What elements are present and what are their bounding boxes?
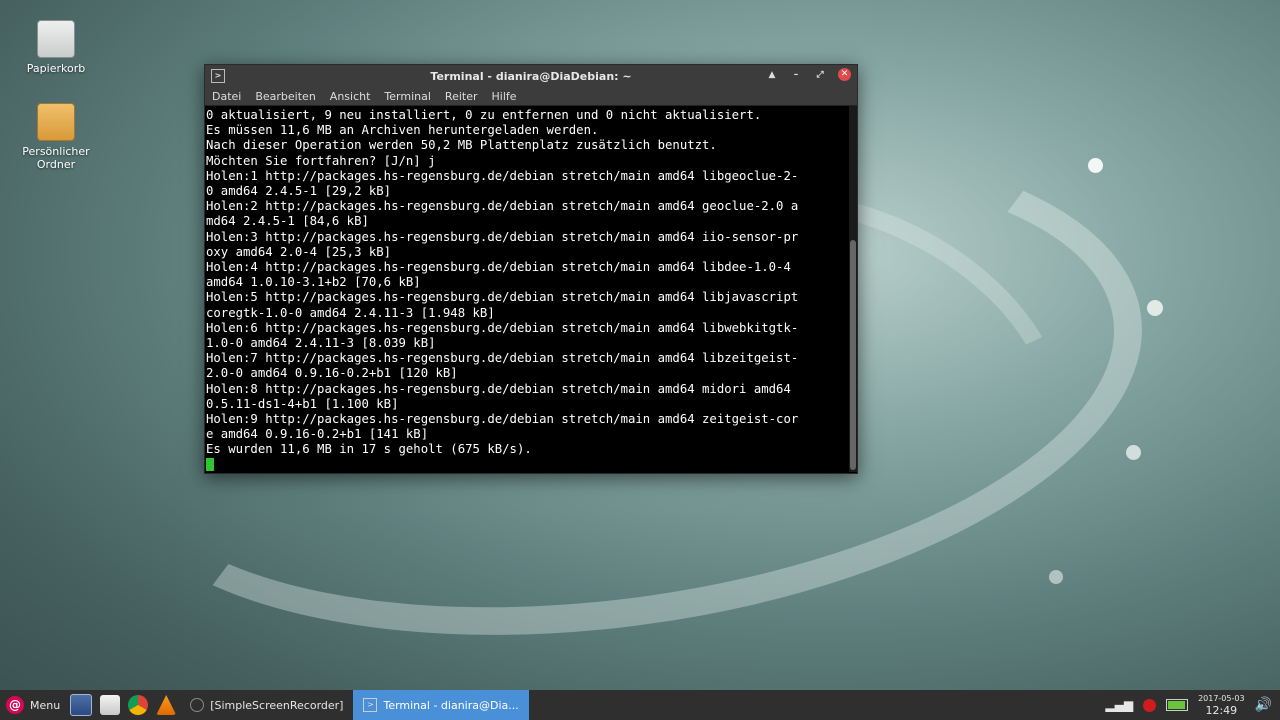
desktop-icon-label: Persönlicher Ordner [22,145,90,171]
menu-hilfe[interactable]: Hilfe [492,90,517,103]
window-titlebar[interactable]: > Terminal - dianira@DiaDebian: ~ ▲ – ⤢ … [205,65,857,87]
terminal-line: Möchten Sie fortfahren? [J/n] j [206,153,436,168]
terminal-line: Holen:1 http://packages.hs-regensburg.de… [206,168,799,183]
terminal-line: Holen:9 http://packages.hs-regensburg.de… [206,412,799,427]
home-folder-icon [37,103,75,141]
volume-icon[interactable]: 🔊 [1255,697,1272,713]
battery-icon[interactable] [1166,699,1189,711]
terminal-line: Holen:5 http://packages.hs-regensburg.de… [206,290,799,305]
desktop-icon-trash[interactable]: Papierkorb [16,20,96,75]
clock[interactable]: 2017-05-03 12:49 [1198,694,1245,717]
desktop-icon-home-folder[interactable]: Persönlicher Ordner [16,103,96,171]
terminal-line: Holen:3 http://packages.hs-regensburg.de… [206,229,799,244]
wallpaper-dot [1049,570,1063,584]
terminal-task-icon: > [363,698,378,712]
system-tray: ▂▄▆ 2017-05-03 12:49 🔊 [1105,694,1280,717]
wallpaper-dot [1088,158,1103,173]
close-icon[interactable]: ✕ [838,68,851,81]
terminal-window[interactable]: > Terminal - dianira@DiaDebian: ~ ▲ – ⤢ … [204,64,858,474]
terminal-line: Holen:2 http://packages.hs-regensburg.de… [206,199,799,214]
terminal-line: Es müssen 11,6 MB an Archiven herunterge… [206,123,599,138]
terminal-line: Nach dieser Operation werden 50,2 MB Pla… [206,138,717,153]
menu-datei[interactable]: Datei [212,90,241,103]
menu-ansicht[interactable]: Ansicht [330,90,371,103]
terminal-line: 0 amd64 2.4.5-1 [29,2 kB] [206,184,392,199]
task-label: Terminal - dianira@Dia... [383,698,519,712]
terminal-line: 2.0-0 amd64 0.9.16-0.2+b1 [120 kB] [206,366,458,381]
terminal-line: 0.5.11-ds1-4+b1 [1.100 kB] [206,396,399,411]
terminal-line: 1.0-0 amd64 2.4.11-3 [8.039 kB] [206,336,436,351]
shade-icon[interactable]: ▲ [766,70,778,80]
menu-bearbeiten[interactable]: Bearbeiten [255,90,315,103]
terminal-scrollbar[interactable] [849,106,857,472]
debian-logo-icon: @ [6,696,24,714]
screen-recorder-icon [190,698,205,712]
desktop-icon-label: Papierkorb [26,62,86,75]
network-icon[interactable]: ▂▄▆ [1105,698,1133,712]
menu-terminal[interactable]: Terminal [384,90,431,103]
terminal-line: Holen:6 http://packages.hs-regensburg.de… [206,320,799,335]
terminal-line: md64 2.4.5-1 [84,6 kB] [206,214,369,229]
scrollbar-thumb[interactable] [850,240,856,470]
start-menu-label: Menu [30,698,61,712]
recording-indicator-icon[interactable] [1143,698,1157,712]
terminal-line: Es wurden 11,6 MB in 17 s geholt (675 kB… [206,442,532,457]
task-terminal[interactable]: > Terminal - dianira@Dia... [353,690,529,720]
terminal-line: amd64 1.0.10-3.1+b2 [70,6 kB] [206,275,421,290]
menu-bar: Datei Bearbeiten Ansicht Terminal Reiter… [205,87,857,106]
terminal-line: oxy amd64 2.0-4 [25,3 kB] [206,244,392,259]
window-title: Terminal - dianira@DiaDebian: ~ [430,69,632,83]
file-manager-icon[interactable] [100,695,121,715]
menu-reiter[interactable]: Reiter [445,90,478,103]
trash-icon [37,20,75,58]
show-desktop-icon[interactable] [70,694,93,716]
taskbar: @ Menu [SimpleScreenRecorder] > Terminal… [0,690,1280,720]
terminal-app-icon[interactable]: > [211,69,225,83]
start-menu-button[interactable]: @ Menu [0,690,66,720]
minimize-icon[interactable]: – [790,70,802,80]
task-simplescreenrecorder[interactable]: [SimpleScreenRecorder] [180,690,353,720]
terminal-line: 0 aktualisiert, 9 neu installiert, 0 zu … [206,108,762,122]
wallpaper-dot [1126,445,1141,460]
terminal-line: Holen:8 http://packages.hs-regensburg.de… [206,381,791,396]
chrome-icon[interactable] [128,695,149,715]
terminal-line: Holen:7 http://packages.hs-regensburg.de… [206,351,799,366]
terminal-line: e amd64 0.9.16-0.2+b1 [141 kB] [206,427,429,442]
terminal-output[interactable]: 0 aktualisiert, 9 neu installiert, 0 zu … [205,106,848,474]
terminal-line: Holen:4 http://packages.hs-regensburg.de… [206,260,791,275]
vlc-icon[interactable] [156,695,177,715]
terminal-line: coregtk-1.0-0 amd64 2.4.11-3 [1.948 kB] [206,305,495,320]
maximize-icon[interactable]: ⤢ [814,70,826,80]
wallpaper-dot [1147,300,1163,316]
terminal-cursor [206,457,214,471]
task-label: [SimpleScreenRecorder] [210,698,344,712]
terminal-cursor-line [206,457,848,473]
clock-date: 2017-05-03 [1198,693,1245,703]
clock-time: 12:49 [1205,703,1238,717]
